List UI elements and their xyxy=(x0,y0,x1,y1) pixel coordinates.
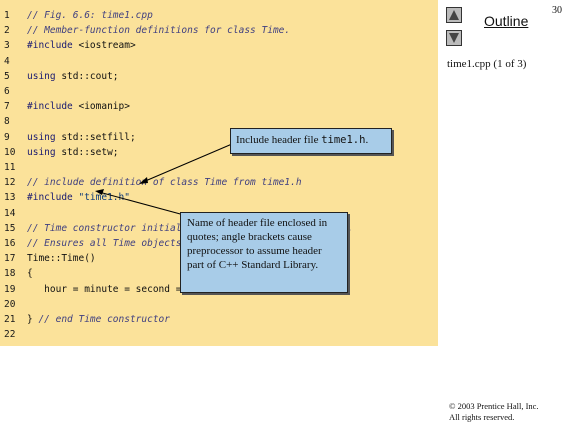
header-callout-arrowhead xyxy=(139,177,148,184)
outline-down-button[interactable] xyxy=(446,30,462,46)
copyright-line-1: © 2003 Prentice Hall, Inc. xyxy=(449,401,539,411)
header-callout-prefix: Include header file xyxy=(236,134,322,146)
slide-number: 30 xyxy=(552,5,562,16)
quotes-callout: Name of header file enclosed in quotes; … xyxy=(180,212,348,293)
quotes-callout-arrowhead xyxy=(95,189,104,195)
file-label: time1.cpp (1 of 3) xyxy=(447,58,527,70)
outline-up-button[interactable] xyxy=(446,7,462,23)
header-callout: Include header file time1.h. xyxy=(230,128,392,154)
triangle-up-icon xyxy=(449,10,459,20)
quotes-callout-arrow xyxy=(98,191,185,216)
copyright: © 2003 Prentice Hall, Inc. All rights re… xyxy=(449,401,539,423)
header-callout-suffix: . xyxy=(365,134,369,146)
header-callout-arrow xyxy=(142,143,233,183)
header-callout-code: time1.h xyxy=(321,134,366,146)
triangle-down-icon xyxy=(449,33,459,43)
copyright-line-2: All rights reserved. xyxy=(449,412,515,422)
quotes-callout-text: Name of header file enclosed in quotes; … xyxy=(187,217,328,271)
outline-link[interactable]: Outline xyxy=(484,13,528,29)
